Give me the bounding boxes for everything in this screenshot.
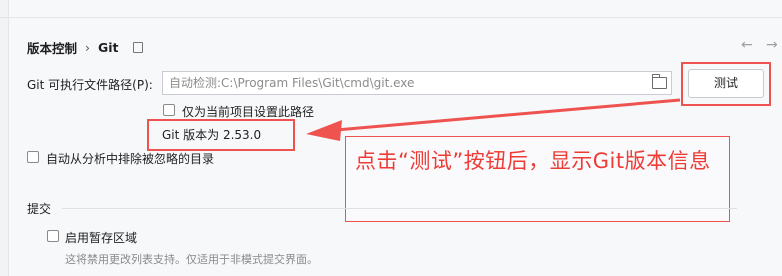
- commit-section-title: 提交: [27, 202, 52, 216]
- annotation-arrow-line: [335, 98, 681, 132]
- commit-section-divider: [62, 208, 737, 209]
- staging-area-checkbox[interactable]: [47, 230, 59, 242]
- staging-area-label[interactable]: 启用暂存区域: [65, 229, 137, 246]
- staging-area-hint: 这将禁用更改列表支持。仅适用于非模式提交界面。: [65, 253, 318, 266]
- annotation-arrow-head: [306, 120, 342, 141]
- annotation-text: 点击“测试”按钮后，显示Git版本信息: [355, 149, 711, 173]
